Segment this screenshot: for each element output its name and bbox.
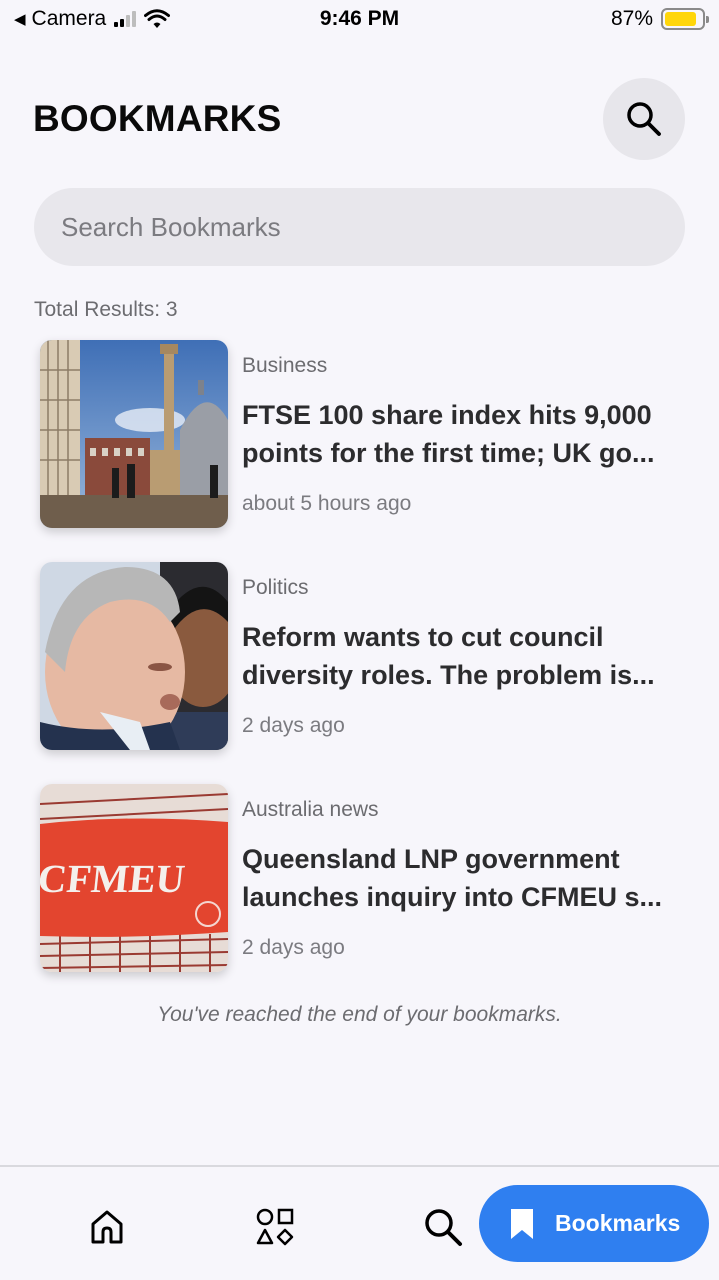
article-category: Australia news xyxy=(242,798,379,821)
search-icon xyxy=(627,102,661,136)
nav-bookmarks-label: Bookmarks xyxy=(555,1210,681,1236)
bottom-nav: Bookmarks xyxy=(0,1165,719,1280)
home-icon xyxy=(91,1210,123,1244)
article-category: Politics xyxy=(242,576,309,599)
page-title: BOOKMARKS xyxy=(33,98,282,139)
battery-percent: 87% xyxy=(610,7,653,30)
article-timestamp: about 5 hours ago xyxy=(242,492,412,515)
cfmeu-flag-text: CFMEU xyxy=(40,856,187,901)
bookmark-icon xyxy=(511,1208,533,1239)
bookmark-item[interactable]: Politics Reform wants to cut council div… xyxy=(40,562,690,750)
search-bookmarks-input[interactable] xyxy=(34,188,685,266)
search-icon xyxy=(425,1209,462,1246)
battery-fill xyxy=(665,12,697,26)
nav-bookmarks-button[interactable]: Bookmarks xyxy=(479,1185,709,1262)
status-bar: ◀ Camera 9:46 PM 87% xyxy=(0,0,719,40)
header-search-button[interactable] xyxy=(603,78,685,160)
categories-icon xyxy=(256,1208,294,1246)
nav-categories-button[interactable] xyxy=(249,1201,301,1253)
article-headline[interactable]: Reform wants to cut council diversity ro… xyxy=(242,618,682,694)
total-results-label: Total Results: 3 xyxy=(34,298,178,321)
nav-search-button[interactable] xyxy=(417,1201,469,1253)
bookmark-item[interactable]: Business FTSE 100 share index hits 9,000… xyxy=(40,340,690,528)
article-headline[interactable]: Queensland LNP government launches inqui… xyxy=(242,840,682,916)
article-headline[interactable]: FTSE 100 share index hits 9,000 points f… xyxy=(242,396,682,472)
article-thumbnail: CFMEU xyxy=(40,784,228,972)
article-thumbnail xyxy=(40,562,228,750)
article-timestamp: 2 days ago xyxy=(242,936,345,959)
article-thumbnail xyxy=(40,340,228,528)
nav-home-button[interactable] xyxy=(81,1201,133,1253)
battery-icon xyxy=(661,8,709,30)
bookmarks-screen: ◀ Camera 9:46 PM 87% BOOKMARKS Search Bo… xyxy=(0,0,719,1280)
bookmark-item[interactable]: CFMEU Australia news Queensland LNP gove… xyxy=(40,784,690,972)
battery-status: 87% xyxy=(610,7,709,31)
article-category: Business xyxy=(242,354,328,377)
end-of-list-note: You've reached the end of your bookmarks… xyxy=(157,1003,562,1026)
article-timestamp: 2 days ago xyxy=(242,714,345,737)
